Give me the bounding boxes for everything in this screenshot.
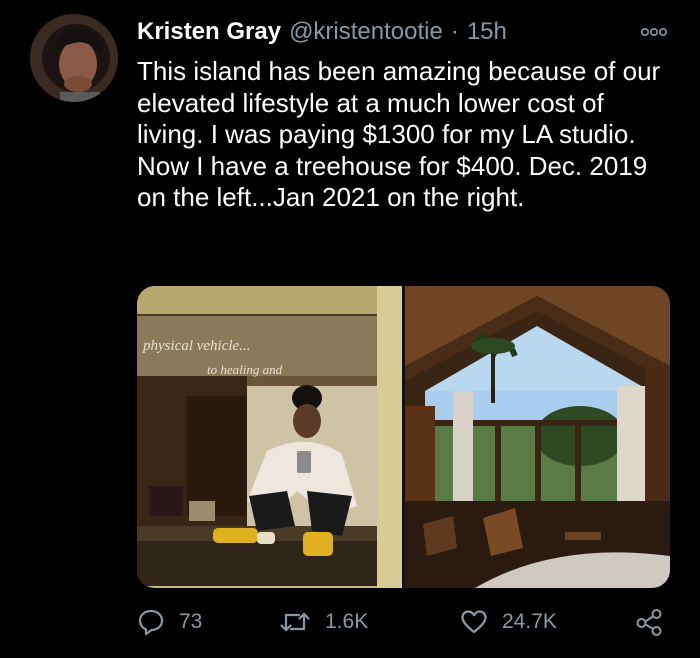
reply-button[interactable]: 73 <box>137 604 202 640</box>
author-name[interactable]: Kristen Gray <box>137 14 281 50</box>
reply-bubble-icon <box>138 609 164 636</box>
media-photo-right[interactable] <box>405 286 670 588</box>
share-button[interactable] <box>634 604 678 640</box>
like-count: 24.7K <box>502 610 557 633</box>
retweet-button[interactable]: 1.6K <box>279 604 368 640</box>
separator-dot: · <box>450 18 459 45</box>
avatar-photo <box>30 14 118 102</box>
media-photo-left[interactable]: physical vehicle... to healing and <box>137 286 402 588</box>
share-nodes-icon <box>636 609 662 636</box>
tweet-header: Kristen Gray @kristentootie · 15h <box>137 14 657 50</box>
retweet-count: 1.6K <box>325 610 369 633</box>
mirror-writing-line1: physical vehicle... <box>142 338 250 354</box>
mirror-writing-line2: to healing and <box>207 362 283 377</box>
tweet-actions-bar: 73 1.6K 24.7K <box>137 604 677 640</box>
author-handle[interactable]: @kristentootie <box>289 14 443 50</box>
tweet-body-text: This island has been amazing because of … <box>137 56 661 212</box>
treehouse-interior-photo <box>405 286 670 588</box>
mirror-selfie-photo: physical vehicle... to healing and <box>137 286 402 588</box>
more-options-button[interactable] <box>640 22 668 42</box>
tweet-timestamp[interactable]: 15h <box>467 14 507 50</box>
tweet-media[interactable]: physical vehicle... to healing and <box>137 286 670 588</box>
author-avatar[interactable] <box>30 14 118 102</box>
retweet-arrows-icon <box>280 612 310 632</box>
like-button[interactable]: 24.7K <box>460 604 557 640</box>
reply-count: 73 <box>179 610 203 633</box>
more-horizontal-icon <box>640 28 667 37</box>
heart-outline-icon <box>461 610 487 634</box>
